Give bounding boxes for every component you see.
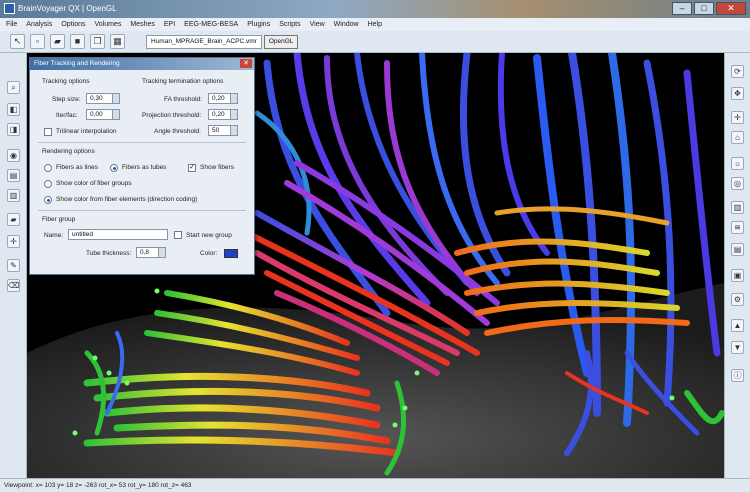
group-color-label: Show color of fiber groups xyxy=(56,180,132,187)
pen-icon[interactable]: ✎ xyxy=(7,259,20,272)
menu-bar: File Analysis Options Volumes Meshes EPI… xyxy=(0,18,750,31)
main-toolbar: ↖ ▫ ▰ ■ ❐ ▦ Human_MPRAGE_Brain_ACPC.vmr … xyxy=(0,31,750,53)
layer-up-icon[interactable]: ▲ xyxy=(731,319,744,332)
fiber-group-heading: Fiber group xyxy=(42,216,76,223)
color-swatch-button[interactable] xyxy=(224,249,238,258)
open-folder-icon[interactable]: ▰ xyxy=(50,34,65,49)
crosshair-icon[interactable]: ✛ xyxy=(7,235,20,248)
slice-icon[interactable]: ▤ xyxy=(731,243,744,256)
angle-threshold-spinbox[interactable]: 50 xyxy=(208,125,238,136)
menu-volumes[interactable]: Volumes xyxy=(94,21,121,28)
element-color-label: Show color from fiber elements (directio… xyxy=(56,196,198,203)
trilinear-checkbox[interactable] xyxy=(44,128,52,136)
pointer-tool-icon[interactable]: ↖ xyxy=(10,34,25,49)
eraser-icon[interactable]: ⌫ xyxy=(7,279,20,292)
fibers-as-lines-radio[interactable] xyxy=(44,164,52,172)
fiber-icon[interactable]: ≋ xyxy=(731,221,744,234)
start-new-group-checkbox[interactable] xyxy=(174,231,182,239)
step-size-label: Step size: xyxy=(52,96,81,103)
layer-down-icon[interactable]: ▼ xyxy=(731,341,744,354)
fiber-tracking-dialog: Fiber Tracking and Rendering ✕ Tracking … xyxy=(29,57,255,275)
dialog-title: Fiber Tracking and Rendering xyxy=(34,60,120,67)
group-color-radio[interactable] xyxy=(44,180,52,188)
start-new-group-label: Start new group xyxy=(186,232,232,239)
termination-heading: Tracking termination options xyxy=(142,78,224,85)
menu-epi[interactable]: EPI xyxy=(164,21,175,28)
sagittal-view-icon[interactable]: ◧ xyxy=(7,103,20,116)
settings-icon[interactable]: ⚙ xyxy=(731,293,744,306)
minimize-button[interactable]: – xyxy=(672,2,692,15)
screenshot-icon[interactable]: ▣ xyxy=(731,269,744,282)
menu-file[interactable]: File xyxy=(6,21,17,28)
title-bar[interactable]: BrainVoyager QX | OpenGL – □ ✕ xyxy=(0,0,750,18)
fa-threshold-label: FA threshold: xyxy=(164,96,202,103)
projection-threshold-spinbox[interactable]: 0,20 xyxy=(208,109,238,120)
maximize-button[interactable]: □ xyxy=(694,2,714,15)
right-toolbar: ⟳ ✥ ✛ ⌂ ☼ ◎ ▥ ≋ ▤ ▣ ⚙ ▲ ▼ ⓘ xyxy=(724,53,750,478)
group-name-field[interactable]: untitled xyxy=(68,229,168,240)
menu-analysis[interactable]: Analysis xyxy=(26,21,52,28)
divider xyxy=(38,142,246,143)
show-fibers-checkbox[interactable]: ✓ xyxy=(188,164,196,172)
info-icon[interactable]: ⓘ xyxy=(731,369,744,382)
menu-options[interactable]: Options xyxy=(61,21,85,28)
iterations-spinbox[interactable]: 0,00 xyxy=(86,109,120,120)
layers-icon[interactable]: ▤ xyxy=(7,169,20,182)
coronal-view-icon[interactable]: ◨ xyxy=(7,123,20,136)
window-title: BrainVoyager QX | OpenGL xyxy=(18,4,117,13)
app-icon xyxy=(4,3,15,14)
reset-view-icon[interactable]: ⌂ xyxy=(731,131,744,144)
menu-window[interactable]: Window xyxy=(334,21,359,28)
trilinear-label: Trilinear interpolation xyxy=(56,128,117,135)
dialog-close-button[interactable]: ✕ xyxy=(240,59,252,68)
camera-icon[interactable]: ◎ xyxy=(731,177,744,190)
move-icon[interactable]: ✛ xyxy=(731,111,744,124)
tube-thickness-label: Tube thickness: xyxy=(86,250,132,257)
document-tab[interactable]: Human_MPRAGE_Brain_ACPC.vmr xyxy=(146,34,262,49)
mesh-icon[interactable]: ▥ xyxy=(731,201,744,214)
angle-threshold-label: Angle threshold: xyxy=(154,128,201,135)
menu-scripts[interactable]: Scripts xyxy=(279,21,300,28)
surface-icon[interactable]: ◉ xyxy=(7,149,20,162)
show-fibers-label: Show fibers xyxy=(200,164,234,171)
folder-icon[interactable]: ▰ xyxy=(7,213,20,226)
opengl-view-button[interactable]: OpenGL xyxy=(263,34,299,49)
status-bar: Viewpoint: x= 103 y= 18 z= -263 rot_x= 5… xyxy=(0,478,750,492)
projection-threshold-label: Projection threshold: xyxy=(142,112,202,119)
copy-icon[interactable]: ❐ xyxy=(90,34,105,49)
fibers-as-tubes-radio[interactable] xyxy=(110,164,118,172)
tube-thickness-spinbox[interactable]: 0,8 xyxy=(136,247,166,258)
vtc-icon[interactable]: ▥ xyxy=(7,189,20,202)
fibers-as-lines-label: Fibers as lines xyxy=(56,164,98,171)
iterations-label: Iter/fac: xyxy=(56,112,78,119)
window-controls: – □ ✕ xyxy=(672,2,746,15)
group-name-label: Name: xyxy=(44,232,64,239)
step-size-spinbox[interactable]: 0,30 xyxy=(86,93,120,104)
save-icon[interactable]: ■ xyxy=(70,34,85,49)
menu-meshes[interactable]: Meshes xyxy=(130,21,155,28)
left-toolbar: ⌕ ◧ ◨ ◉ ▤ ▥ ▰ ✛ ✎ ⌫ xyxy=(0,53,27,478)
divider xyxy=(38,210,246,211)
menu-help[interactable]: Help xyxy=(368,21,382,28)
rotate-icon[interactable]: ⟳ xyxy=(731,65,744,78)
pan-icon[interactable]: ✥ xyxy=(731,87,744,100)
application-window: BrainVoyager QX | OpenGL – □ ✕ File Anal… xyxy=(0,0,750,492)
color-label: Color: xyxy=(200,250,218,257)
menu-plugins[interactable]: Plugins xyxy=(247,21,270,28)
menu-eeg-meg-besa[interactable]: EEG-MEG-BESA xyxy=(184,21,238,28)
fa-threshold-spinbox[interactable]: 0,20 xyxy=(208,93,238,104)
grid-icon[interactable]: ▦ xyxy=(110,34,125,49)
rendering-options-heading: Rendering options xyxy=(42,148,95,155)
element-color-radio[interactable] xyxy=(44,196,52,204)
dialog-title-bar[interactable]: Fiber Tracking and Rendering ✕ xyxy=(30,58,254,70)
light-icon[interactable]: ☼ xyxy=(731,157,744,170)
fibers-as-tubes-label: Fibers as tubes xyxy=(122,164,167,171)
menu-view[interactable]: View xyxy=(310,21,325,28)
new-document-icon[interactable]: ▫ xyxy=(30,34,45,49)
zoom-icon[interactable]: ⌕ xyxy=(7,81,20,94)
tracking-options-heading: Tracking options xyxy=(42,78,90,85)
close-button[interactable]: ✕ xyxy=(716,2,746,15)
